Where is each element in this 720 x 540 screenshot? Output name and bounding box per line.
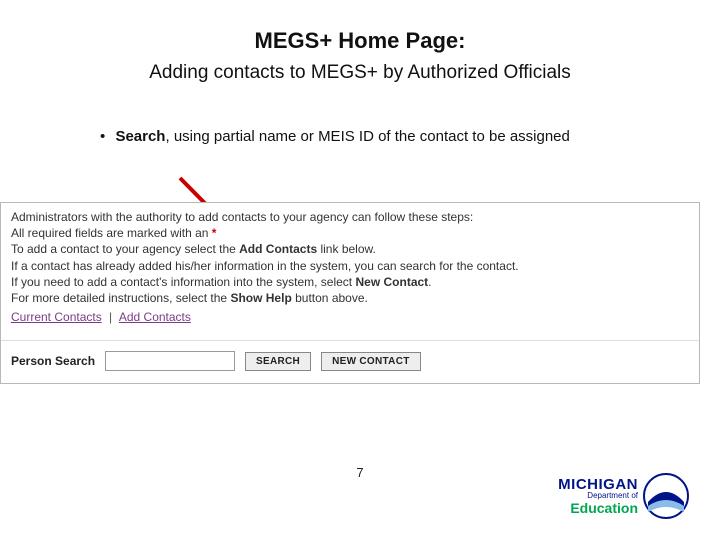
slide: MEGS+ Home Page: Adding contacts to MEGS… [0, 0, 720, 540]
bullet-strong: Search [115, 128, 165, 145]
required-asterisk-icon: * [212, 226, 217, 240]
person-search-input[interactable] [105, 351, 235, 371]
panel-line-5-bold: New Contact [355, 275, 428, 289]
slide-title: MEGS+ Home Page: [0, 0, 720, 54]
panel-line-3: To add a contact to your agency select t… [11, 241, 689, 257]
add-contacts-link[interactable]: Add Contacts [119, 310, 191, 324]
person-search-label: Person Search [11, 354, 95, 368]
panel-line-6-post: button above. [292, 291, 368, 305]
panel-line-5-pre: If you need to add a contact's informati… [11, 275, 355, 289]
logo-seal-icon [642, 472, 690, 520]
new-contact-button[interactable]: NEW CONTACT [321, 352, 421, 371]
logo-text: MICHIGAN Department of Education [558, 477, 638, 516]
instructions-panel: Administrators with the authority to add… [0, 202, 700, 384]
logo-line-michigan: MICHIGAN [558, 477, 638, 493]
search-button[interactable]: SEARCH [245, 352, 311, 371]
links-row: Current Contacts | Add Contacts [11, 310, 689, 324]
panel-line-6-bold: Show Help [230, 291, 291, 305]
panel-line-6-pre: For more detailed instructions, select t… [11, 291, 230, 305]
panel-body: Administrators with the authority to add… [1, 203, 699, 334]
logo-line-education: Education [558, 501, 638, 516]
panel-line-5: If you need to add a contact's informati… [11, 274, 689, 290]
michigan-education-logo: MICHIGAN Department of Education [558, 472, 690, 520]
bullet-item: • Search, using partial name or MEIS ID … [100, 128, 680, 145]
panel-line-3-post: link below. [317, 242, 376, 256]
search-row: Person Search SEARCH NEW CONTACT [1, 340, 699, 383]
panel-line-6: For more detailed instructions, select t… [11, 290, 689, 306]
panel-line-1: Administrators with the authority to add… [11, 209, 689, 225]
bullet-rest: , using partial name or MEIS ID of the c… [165, 128, 569, 145]
panel-line-3-pre: To add a contact to your agency select t… [11, 242, 239, 256]
panel-line-5-post: . [428, 275, 431, 289]
panel-line-2-pre: All required fields are marked with an [11, 226, 212, 240]
panel-line-4: If a contact has already added his/her i… [11, 258, 689, 274]
slide-subtitle: Adding contacts to MEGS+ by Authorized O… [0, 62, 720, 84]
link-separator: | [109, 310, 112, 324]
panel-line-2: All required fields are marked with an * [11, 225, 689, 241]
current-contacts-link[interactable]: Current Contacts [11, 310, 102, 324]
panel-line-3-bold: Add Contacts [239, 242, 317, 256]
bullet-dot: • [100, 128, 105, 145]
